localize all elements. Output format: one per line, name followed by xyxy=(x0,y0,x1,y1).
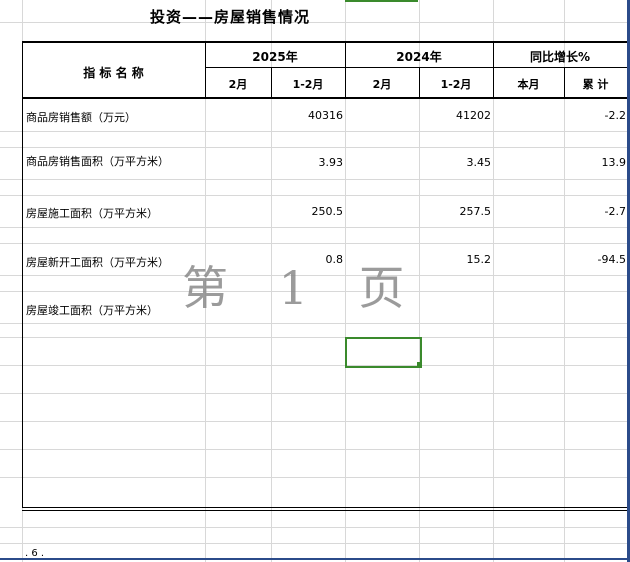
selected-cell[interactable] xyxy=(345,337,422,368)
cell-janfeb-2025[interactable]: 40316 xyxy=(271,109,343,122)
cell-janfeb-2025[interactable]: 250.5 xyxy=(271,205,344,218)
header-year-2024: 2024年 xyxy=(396,50,442,64)
gridline xyxy=(0,323,630,324)
table-bottom-border xyxy=(22,507,627,508)
gridline xyxy=(0,527,630,528)
header-bottom-border xyxy=(22,97,627,99)
row-label[interactable]: 房屋新开工面积（万平方米） xyxy=(26,254,169,270)
header-yoy: 同比增长% xyxy=(529,50,591,64)
gridline xyxy=(0,543,630,544)
cell-cumulative[interactable]: -2.7 xyxy=(564,205,626,218)
header-this-month: 本月 xyxy=(517,78,540,91)
fill-handle[interactable] xyxy=(417,362,422,367)
page-number: . 6 . xyxy=(25,548,45,559)
spreadsheet-sheet: 投资——房屋销售情况 指 标 名 称 2025年 2024年 同比增长% 2月 … xyxy=(0,0,630,562)
cell-cumulative[interactable]: -94.5 xyxy=(564,253,626,266)
table-left-border xyxy=(22,43,23,508)
gridline xyxy=(0,227,630,228)
row-label[interactable]: 房屋竣工面积（万平方米） xyxy=(26,302,158,318)
row-label[interactable]: 商品房销售面积（万平方米） xyxy=(26,153,169,169)
gridline xyxy=(0,477,630,478)
gridline xyxy=(0,365,630,366)
gridline xyxy=(0,195,630,196)
header-subline xyxy=(205,67,627,68)
page-watermark: 第 1 页 xyxy=(182,261,423,315)
header-janfeb-2024: 1-2月 xyxy=(440,78,472,91)
sheet-title: 投资——房屋销售情况 xyxy=(150,8,311,26)
cell-janfeb-2024[interactable]: 257.5 xyxy=(419,205,492,218)
gridline xyxy=(0,337,630,338)
cell-janfeb-2024[interactable]: 41202 xyxy=(419,109,491,122)
table-top-border xyxy=(22,41,627,43)
gridline xyxy=(0,22,630,23)
gridline xyxy=(0,393,630,394)
cell-janfeb-2024[interactable]: 15.2 xyxy=(419,253,492,266)
cell-cumulative[interactable]: -2.2 xyxy=(564,109,626,122)
table-bottom-border xyxy=(22,510,627,511)
header-indicator: 指 标 名 称 xyxy=(83,66,144,80)
header-feb-2024: 2月 xyxy=(372,78,392,91)
header-year-2025: 2025年 xyxy=(252,50,298,64)
cell-janfeb-2025[interactable]: 3.93 xyxy=(271,156,344,169)
gridline xyxy=(0,131,630,132)
gridline xyxy=(0,243,630,244)
gridline xyxy=(0,449,630,450)
cell-cumulative[interactable]: 13.9 xyxy=(564,156,627,169)
cell-janfeb-2024[interactable]: 3.45 xyxy=(419,156,492,169)
column-highlight xyxy=(345,0,418,2)
row-label[interactable]: 商品房销售额（万元） xyxy=(26,109,136,125)
gridline xyxy=(0,147,630,148)
header-cumulative: 累 计 xyxy=(582,78,609,91)
gridline xyxy=(0,179,630,180)
window-bottom-edge xyxy=(0,558,630,560)
row-label[interactable]: 房屋施工面积（万平方米） xyxy=(26,205,158,221)
header-feb-2025: 2月 xyxy=(228,78,248,91)
gridline xyxy=(0,421,630,422)
header-janfeb-2025: 1-2月 xyxy=(292,78,324,91)
